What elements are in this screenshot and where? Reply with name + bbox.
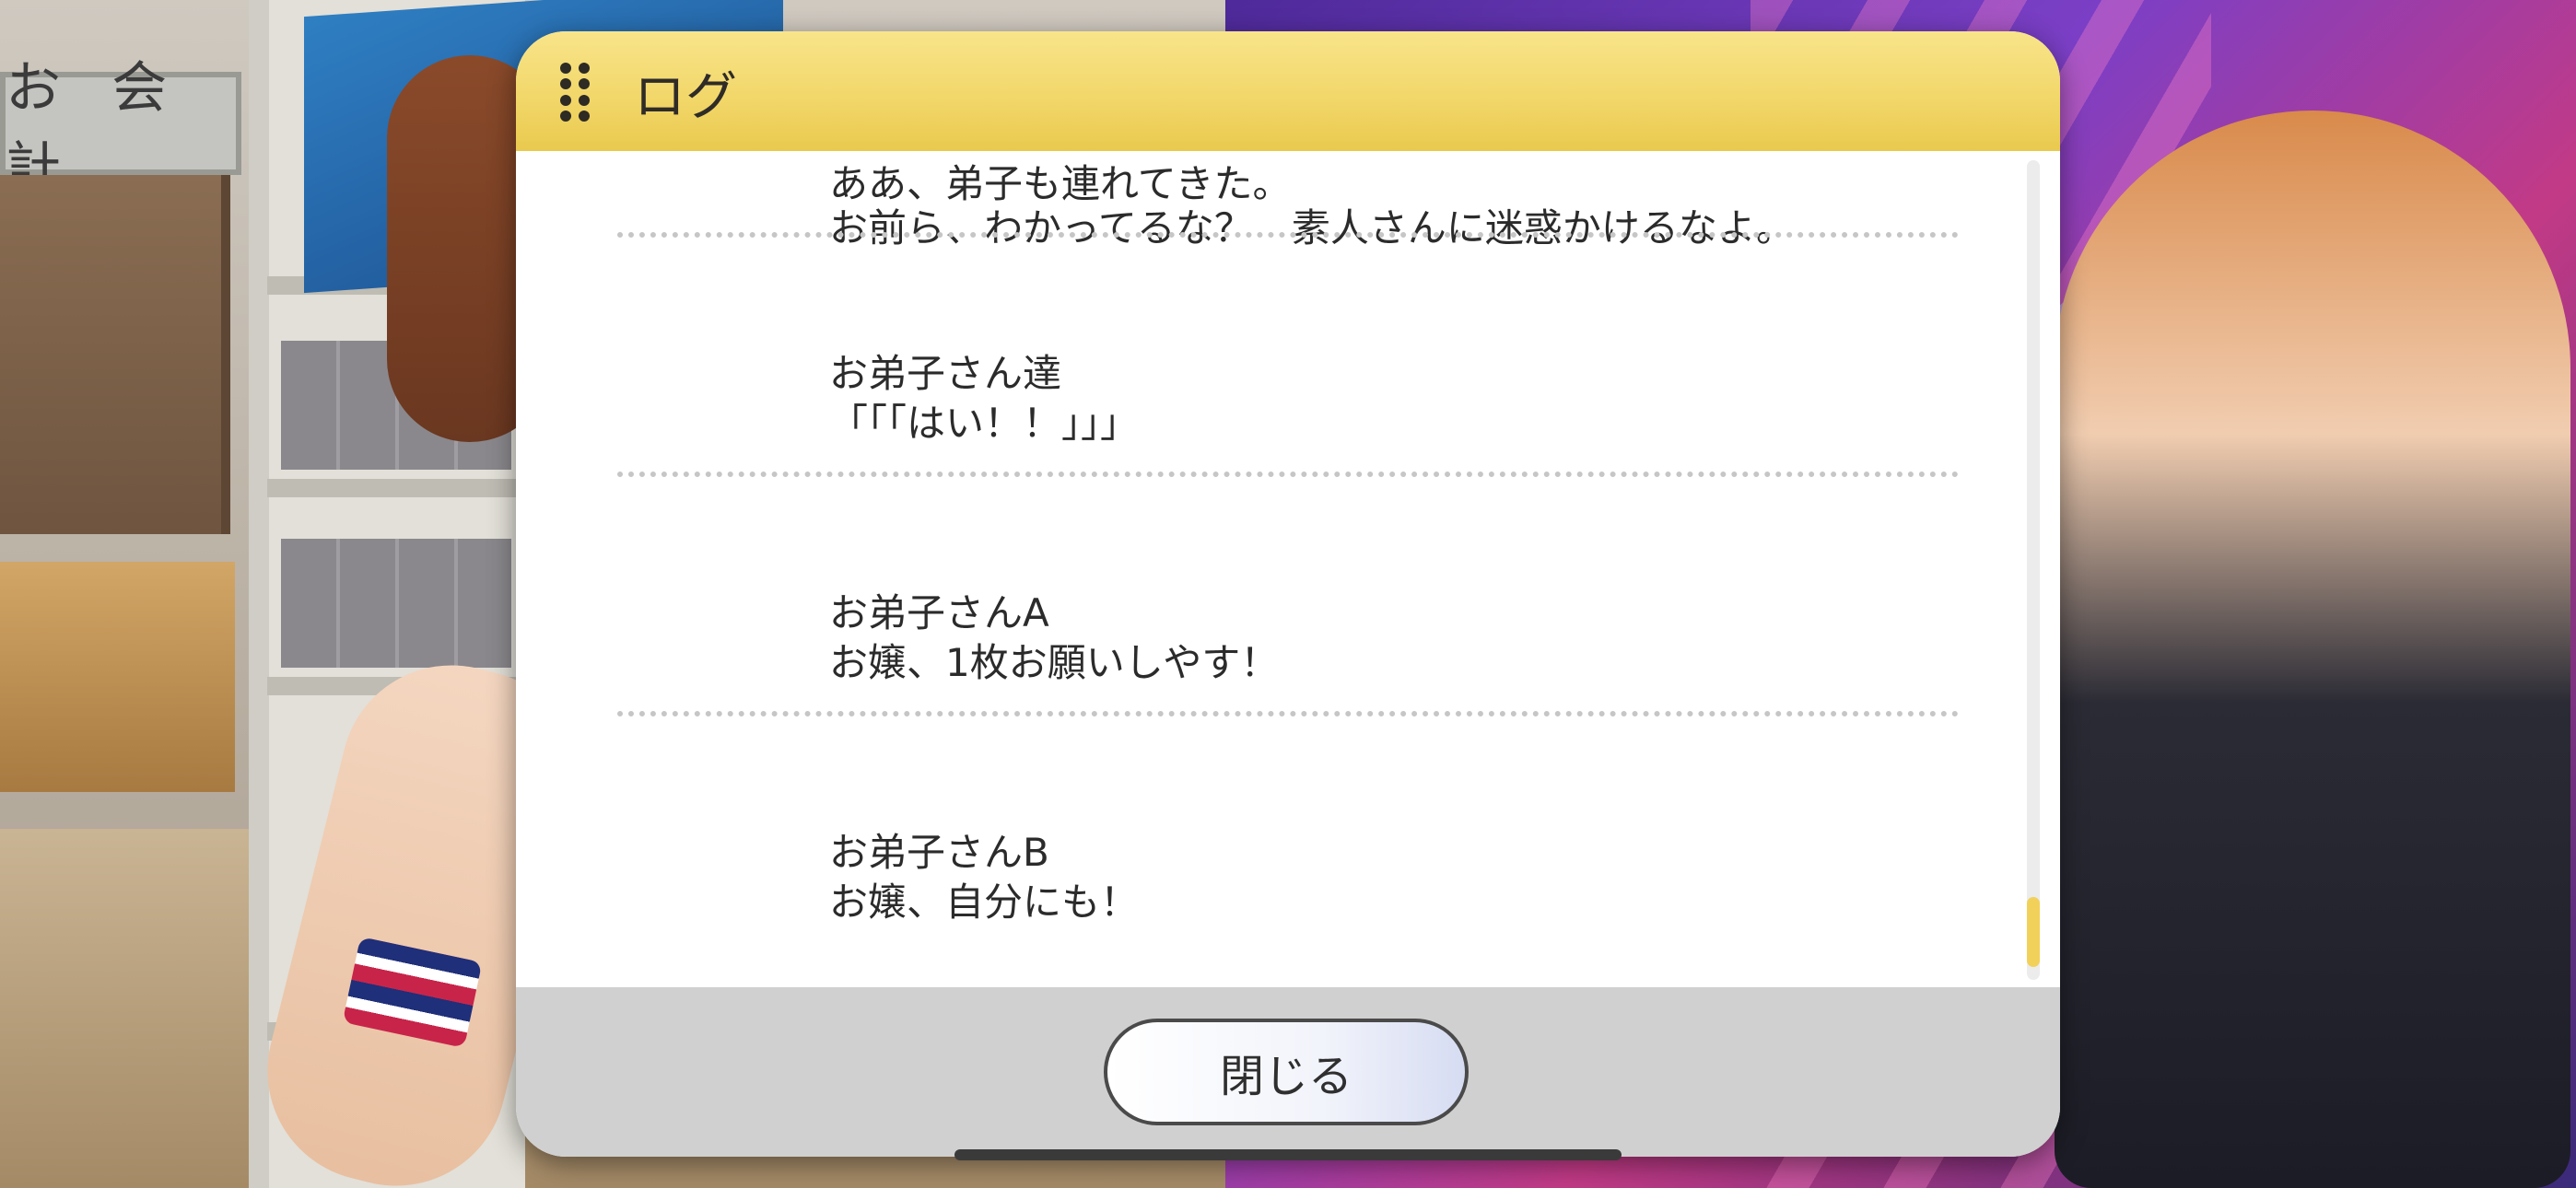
log-entry: お弟子さんA お嬢、1枚お願いしやす！ (516, 494, 2060, 733)
shop-door (0, 175, 230, 534)
speaker-name: 雪歩の父 (829, 151, 984, 159)
log-dialog: ログ 雪歩の父 ああ、弟子も連れてきた。 お前ら、わかってるな？ 素人さんに迷惑… (516, 31, 2060, 1157)
speaker-name: お弟子さん達 (829, 351, 1062, 396)
log-scroll-area[interactable]: 雪歩の父 ああ、弟子も連れてきた。 お前ら、わかってるな？ 素人さんに迷惑かける… (516, 151, 2060, 1019)
entry-separator (617, 472, 1959, 477)
log-entry: お弟子さんB お嬢、自分にも！ (516, 733, 2060, 973)
log-entry: 雪歩の父 ああ、弟子も連れてきた。 お前ら、わかってるな？ 素人さんに迷惑かける… (516, 151, 2060, 254)
speaker-name: お弟子さんB (829, 830, 1049, 875)
entry-separator (617, 711, 1959, 716)
close-button[interactable]: 閉じる (1104, 1019, 1469, 1125)
scrollbar-thumb[interactable] (2027, 897, 2040, 967)
dialogue-text: 「「「はい！！」」」 (829, 401, 1140, 446)
entry-separator (617, 232, 1959, 238)
checkout-sign: お 会 計 (0, 56, 241, 201)
cd-rack (281, 539, 511, 668)
dialogue-text: お嬢、自分にも！ (829, 879, 1140, 925)
drag-handle-icon[interactable] (560, 63, 590, 122)
shelf (267, 479, 525, 497)
poster-character (2055, 111, 2570, 1188)
log-entry: お弟子さん達 「「「はい！！」」」 (516, 254, 2060, 494)
log-list: 雪歩の父 ああ、弟子も連れてきた。 お前ら、わかってるな？ 素人さんに迷惑かける… (516, 151, 2060, 973)
home-indicator[interactable] (954, 1149, 1622, 1160)
dialog-header: ログ (516, 31, 2060, 151)
shop-counter (0, 562, 235, 792)
dialog-title: ログ (634, 67, 737, 127)
speaker-name: お弟子さんA (829, 590, 1049, 635)
scrollbar-track[interactable] (2027, 160, 2040, 980)
dialogue-text: お嬢、1枚お願いしやす！ (829, 640, 1280, 685)
